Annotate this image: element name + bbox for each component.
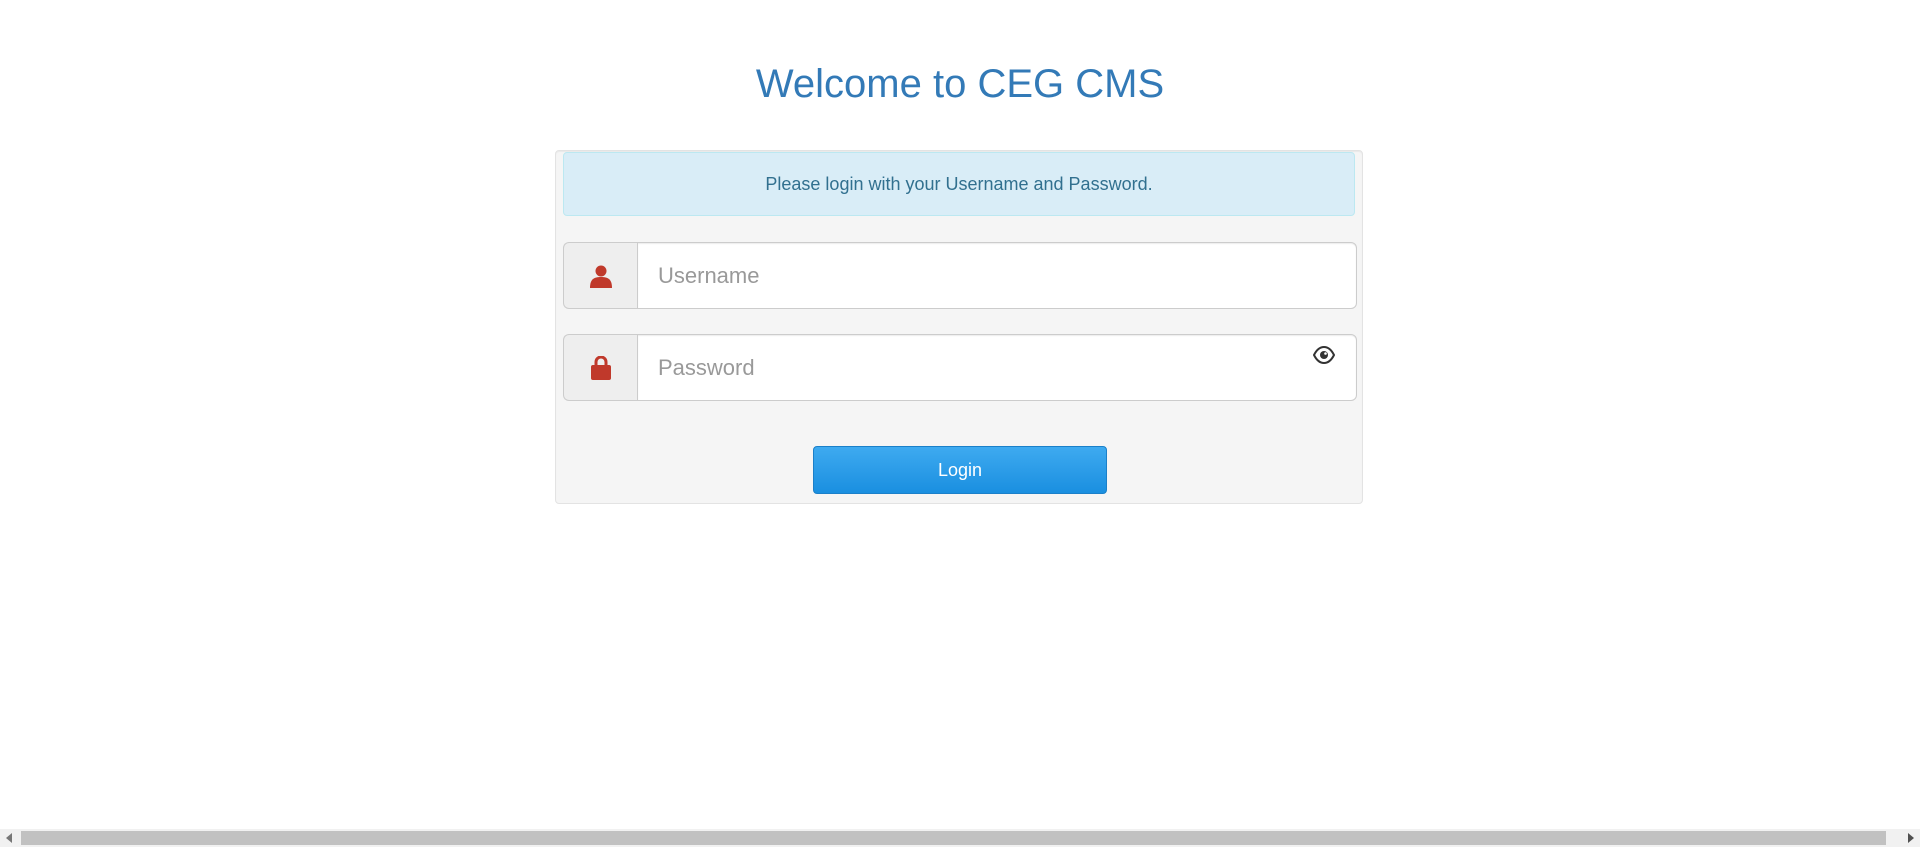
lock-icon	[563, 334, 637, 401]
username-input[interactable]	[637, 242, 1357, 309]
password-group	[563, 334, 1357, 401]
scroll-left-icon[interactable]	[0, 829, 18, 847]
user-icon	[563, 242, 637, 309]
login-button[interactable]: Login	[813, 446, 1107, 494]
scroll-right-icon[interactable]	[1902, 829, 1920, 847]
info-message: Please login with your Username and Pass…	[765, 173, 1153, 194]
horizontal-scrollbar[interactable]	[0, 829, 1920, 847]
login-panel: Please login with your Username and Pass…	[555, 150, 1363, 504]
info-alert: Please login with your Username and Pass…	[563, 152, 1355, 216]
scrollbar-thumb[interactable]	[21, 831, 1886, 845]
page-title: Welcome to CEG CMS	[755, 62, 1165, 106]
username-group	[563, 242, 1357, 309]
eye-icon[interactable]	[1312, 345, 1336, 365]
password-field-wrap	[637, 334, 1357, 401]
password-input[interactable]	[637, 334, 1357, 401]
login-page: Welcome to CEG CMS Please login with you…	[0, 0, 1920, 847]
